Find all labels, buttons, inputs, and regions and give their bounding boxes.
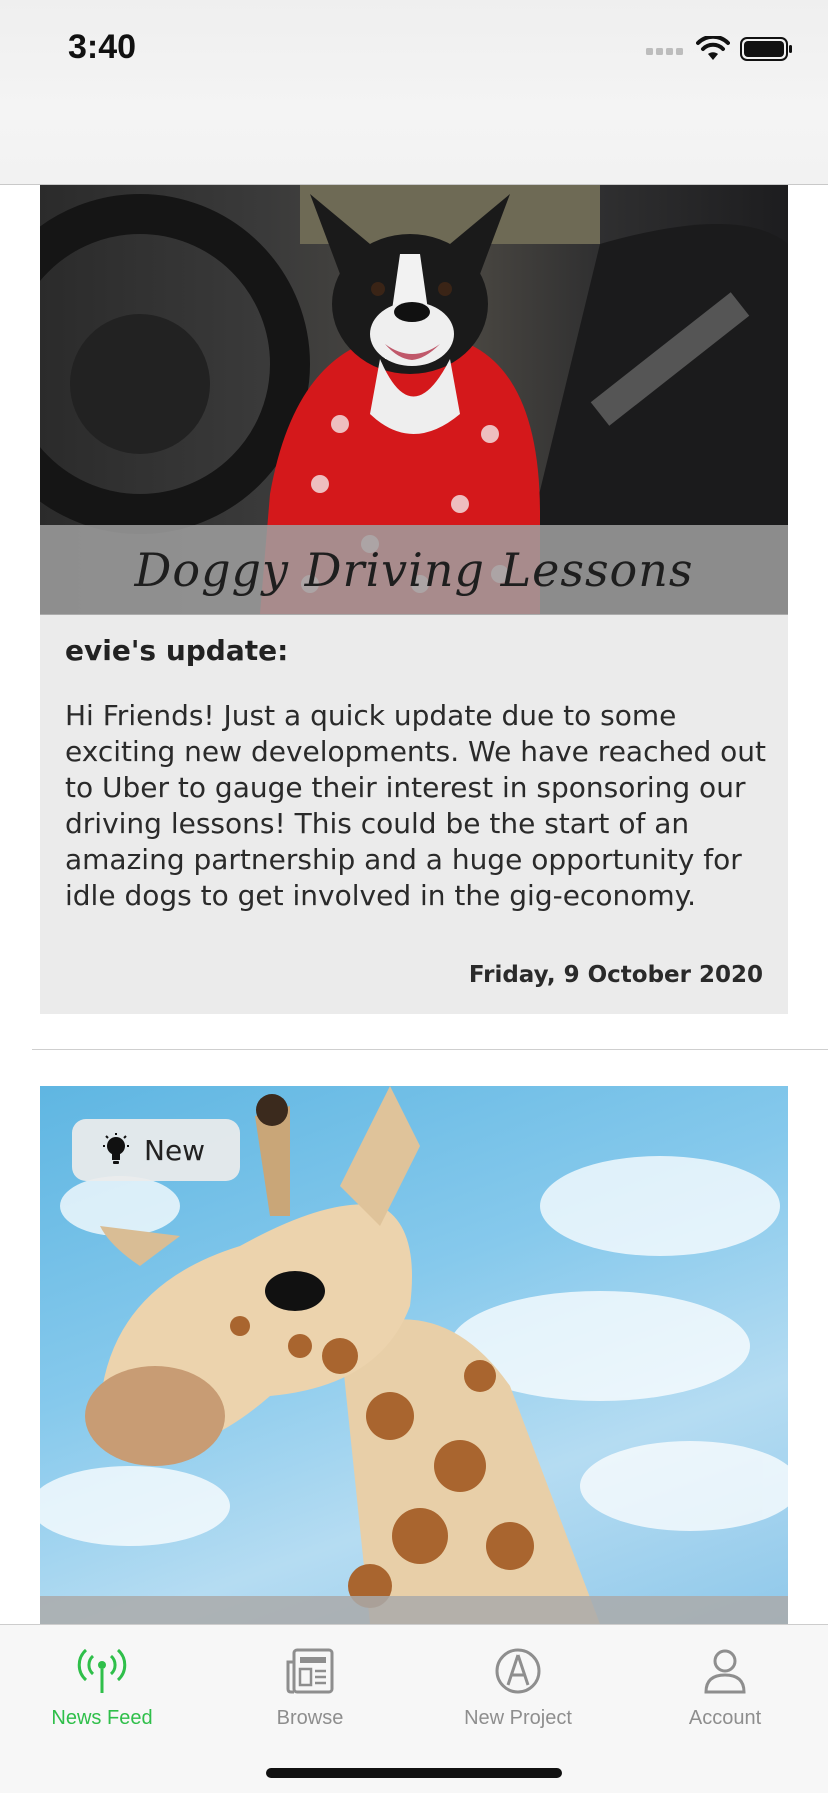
badge-label: New [144,1133,206,1167]
post-author: evie's update: [65,634,289,667]
tab-browse[interactable]: Browse [210,1643,410,1730]
post-date: Friday, 9 October 2020 [468,962,763,988]
battery-icon [740,37,792,61]
post-title-band [40,1596,788,1624]
tab-account[interactable]: Account [625,1643,825,1730]
tab-news-feed[interactable]: News Feed [2,1643,202,1730]
tab-label: Browse [276,1707,344,1729]
signal-icon [646,48,683,55]
post-body: Hi Friends! Just a quick update due to s… [65,699,766,912]
post-divider [32,1049,828,1050]
lightbulb-icon [103,1133,129,1164]
newspaper-icon [286,1648,334,1694]
post-card[interactable]: New [40,1086,788,1624]
tab-new-project[interactable]: New Project [418,1643,618,1730]
status-time: 3:40 [68,28,137,66]
status-icons [646,36,794,62]
home-indicator [266,1768,562,1778]
tab-label: New Project [464,1707,572,1729]
tab-label: News Feed [51,1707,153,1729]
new-badge: New [72,1119,240,1181]
tab-label: Account [688,1707,762,1729]
antenna-icon [77,1648,127,1693]
post-card[interactable]: Doggy Driving Lessons evie's update: Hi … [40,184,788,1014]
status-bar: 3:40 [0,0,828,185]
wifi-icon [696,36,730,60]
compass-pen-icon [495,1648,541,1694]
post-title: Doggy Driving Lessons [134,543,694,597]
person-icon [704,1649,746,1694]
post-title-band: Doggy Driving Lessons [40,525,788,615]
